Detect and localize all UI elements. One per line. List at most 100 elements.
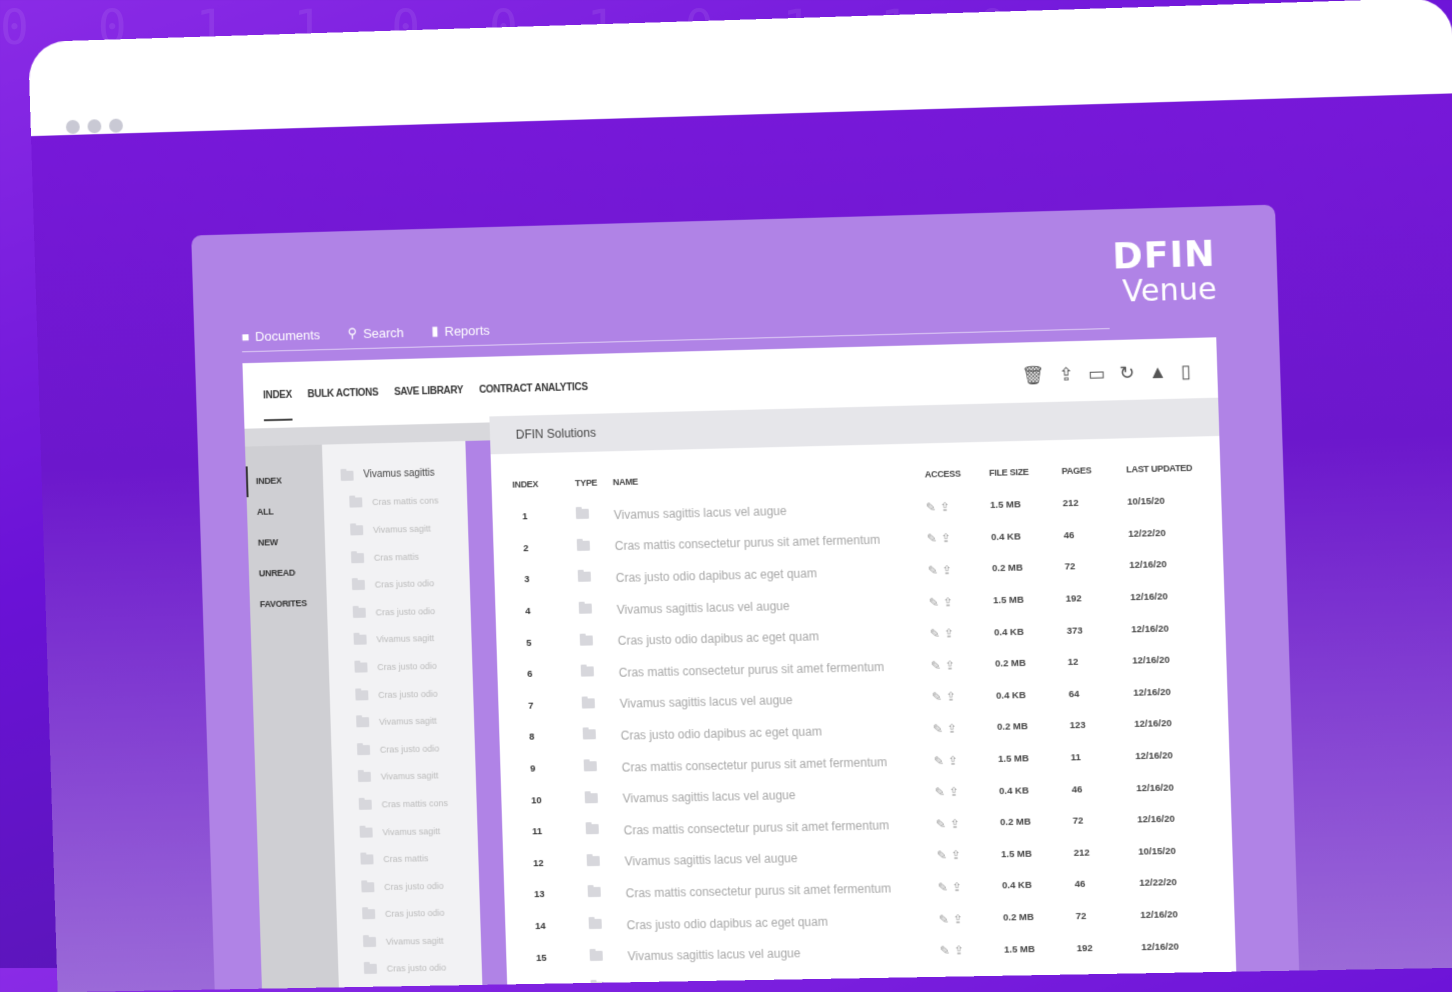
edit-icon[interactable]: ✎ <box>931 658 942 672</box>
row-type <box>587 909 626 941</box>
tree-item[interactable]: Cras justo odio <box>339 981 483 992</box>
warning-icon[interactable]: ▲ <box>1148 361 1167 383</box>
edit-icon[interactable]: ✎ <box>926 500 937 514</box>
tree-item-label: Vivamus sagittis <box>363 468 435 481</box>
share-icon[interactable]: ⇪ <box>941 531 952 545</box>
tree-item[interactable]: Cras mattis <box>334 844 478 874</box>
tree-item[interactable]: Cras justo odio <box>328 651 472 682</box>
edit-icon[interactable]: ✎ <box>935 785 946 799</box>
upload-icon[interactable]: ⇪ <box>1058 364 1074 385</box>
share-icon[interactable]: ⇪ <box>952 880 963 894</box>
edit-icon[interactable]: ✎ <box>929 595 940 609</box>
row-type <box>579 657 618 689</box>
share-icon[interactable]: ⇪ <box>950 817 961 831</box>
row-pages: 64 <box>1067 677 1133 710</box>
row-name[interactable]: Cras justo odio dapibus ac eget quam <box>627 967 940 992</box>
row-type <box>578 625 617 657</box>
tree-item[interactable]: Cras justo odio <box>331 734 475 764</box>
col-type[interactable]: TYPE <box>573 465 612 500</box>
sidebar-item-all[interactable]: ALL <box>247 495 325 528</box>
edit-icon[interactable]: ✎ <box>928 563 939 577</box>
tree-item[interactable]: Cras mattis <box>325 541 469 572</box>
share-icon[interactable]: ⇪ <box>947 722 958 736</box>
tree-item[interactable]: Vivamus sagitt <box>328 624 472 655</box>
row-access: ✎⇪ <box>928 617 993 650</box>
edit-icon[interactable]: ✎ <box>940 944 951 958</box>
folder-icon <box>589 919 602 929</box>
tab-contract-analytics[interactable]: CONTRACT ANALYTICS <box>479 374 589 404</box>
tree-item[interactable]: Cras justo odio <box>329 679 473 710</box>
tree-item[interactable]: Cras justo odio <box>327 596 471 627</box>
row-file-size: 0.2 MB <box>999 806 1073 839</box>
tab-save-library[interactable]: SAVE LIBRARY <box>394 377 464 406</box>
tree-item[interactable]: Cras mattis cons <box>323 486 467 517</box>
sidebar-item-favorites[interactable]: FAVORITES <box>249 588 327 621</box>
col-file-size[interactable]: FILE SIZE <box>988 454 1062 490</box>
folder-icon <box>587 856 600 866</box>
edit-icon[interactable]: ✎ <box>933 722 944 736</box>
edit-icon[interactable]: ✎ <box>936 817 947 831</box>
share-icon[interactable]: ⇪ <box>943 595 954 609</box>
tab-index[interactable]: INDEX <box>263 381 292 409</box>
row-index: 14 <box>525 910 589 943</box>
row-index: 8 <box>519 721 583 754</box>
share-icon[interactable]: ⇪ <box>949 785 960 799</box>
share-icon[interactable]: ⇪ <box>951 848 962 862</box>
tree-item[interactable]: Vivamus sagitt <box>334 816 478 846</box>
share-icon[interactable]: ⇪ <box>954 943 965 957</box>
tree-item[interactable]: Cras mattis cons <box>333 789 477 819</box>
share-icon[interactable]: ⇪ <box>940 500 951 514</box>
col-pages[interactable]: PAGES <box>1060 452 1126 488</box>
share-icon[interactable]: ⇪ <box>944 626 955 640</box>
share-icon[interactable]: ⇪ <box>953 912 964 926</box>
add-folder-icon[interactable]: ▭ <box>1088 363 1106 385</box>
row-index: 12 <box>523 847 587 880</box>
refresh-icon[interactable]: ↻ <box>1119 362 1135 384</box>
edit-icon[interactable]: ✎ <box>930 627 941 641</box>
tree-item[interactable]: Cras justo odio <box>326 569 470 600</box>
share-icon[interactable]: ⇪ <box>948 753 959 767</box>
window-dot-maximize[interactable] <box>109 119 123 133</box>
row-file-size: 0.4 KB <box>998 774 1072 807</box>
document-icon[interactable]: ▯ <box>1181 361 1192 382</box>
share-icon[interactable]: ⇪ <box>945 658 956 672</box>
tree-item[interactable]: Vivamus sagitt <box>324 514 468 545</box>
row-type <box>589 972 628 992</box>
edit-icon[interactable]: ✎ <box>939 912 950 926</box>
edit-icon[interactable]: ✎ <box>934 754 945 768</box>
edit-icon[interactable]: ✎ <box>941 975 952 989</box>
row-file-size: 0.4 KB <box>990 520 1064 553</box>
edit-icon[interactable]: ✎ <box>938 880 949 894</box>
row-pages: 212 <box>1072 836 1138 869</box>
edit-icon[interactable]: ✎ <box>932 690 943 704</box>
col-access[interactable]: ACCESS <box>923 456 988 492</box>
share-icon[interactable]: ⇪ <box>946 690 957 704</box>
col-last-updated[interactable]: LAST UPDATED <box>1125 450 1214 486</box>
share-icon[interactable]: ⇪ <box>955 975 966 989</box>
row-access: ✎⇪ <box>938 934 1003 967</box>
tree-item[interactable]: Vivamus sagitt <box>332 761 476 791</box>
nav-search[interactable]: ⚲ Search <box>347 324 404 341</box>
main-panel: DFIN Solutions INDEX TYPE NAME ACCESS FI… <box>489 398 1237 992</box>
nav-documents[interactable]: ■ Documents <box>241 326 320 344</box>
trash-icon[interactable]: 🗑 <box>1021 364 1045 386</box>
tree-root-item[interactable]: Vivamus sagittis <box>322 459 466 490</box>
window-dot-minimize[interactable] <box>87 119 101 133</box>
tree-item[interactable]: Cras justo odio <box>338 954 482 984</box>
window-dot-close[interactable] <box>66 120 80 134</box>
tree-item[interactable]: Vivamus sagitt <box>330 706 474 737</box>
tree-item[interactable]: Cras justo odio <box>336 899 480 929</box>
share-icon[interactable]: ⇪ <box>942 563 953 577</box>
sidebar-item-new[interactable]: NEW <box>248 526 326 559</box>
sidebar-item-unread[interactable]: UNREAD <box>249 557 327 590</box>
col-index[interactable]: INDEX <box>511 466 575 501</box>
folder-icon <box>360 827 373 837</box>
edit-icon[interactable]: ✎ <box>927 532 938 546</box>
tab-bulk-actions[interactable]: BULK ACTIONS <box>307 379 379 408</box>
tree-item[interactable]: Vivamus sagitt <box>337 926 481 956</box>
edit-icon[interactable]: ✎ <box>937 849 948 863</box>
sidebar-item-index[interactable]: INDEX <box>246 465 324 498</box>
row-file-size: 0.2 MB <box>991 552 1065 585</box>
tree-item[interactable]: Cras justo odio <box>335 871 479 901</box>
nav-reports[interactable]: ▮ Reports <box>431 322 490 340</box>
